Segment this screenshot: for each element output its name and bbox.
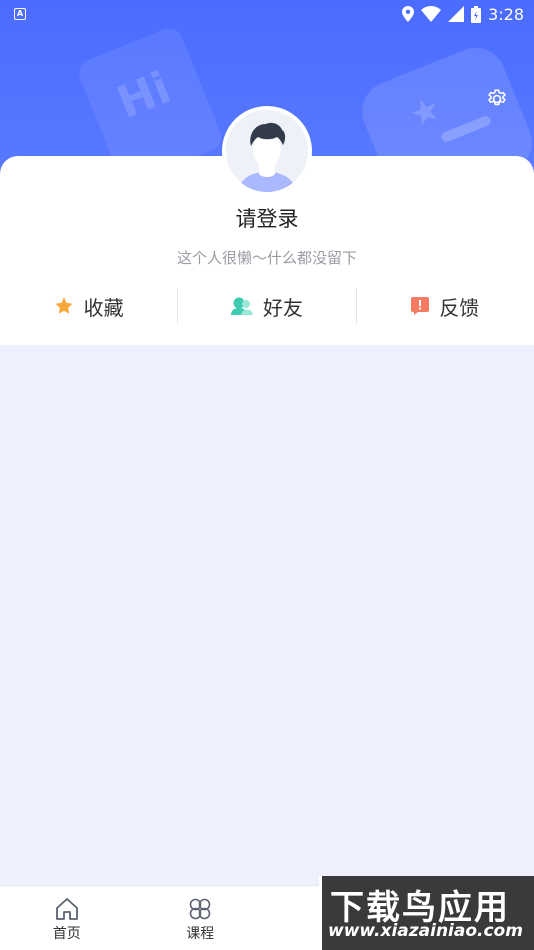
settings-gear-icon[interactable] (485, 87, 509, 111)
friends-button[interactable]: 好友 (178, 288, 355, 324)
signal-icon (448, 6, 465, 22)
feedback-button[interactable]: 反馈 (357, 288, 534, 324)
battery-icon (471, 5, 482, 23)
course-icon (189, 898, 211, 920)
status-bar: A 3:28 (0, 0, 534, 28)
bio-text: 这个人很懒～什么都没留下 (176, 249, 357, 267)
action-row: 收藏 好友 反馈 (0, 288, 534, 324)
login-prompt[interactable]: 请登录 (0, 203, 534, 233)
home-icon (55, 898, 78, 920)
wifi-icon (421, 6, 442, 22)
favorites-label: 收藏 (83, 295, 124, 320)
tab-home-label: 首页 (52, 926, 81, 942)
tab-course-label: 课程 (186, 926, 215, 942)
feedback-icon (411, 297, 430, 315)
feedback-label: 反馈 (439, 295, 480, 320)
friends-icon (230, 297, 253, 315)
star-icon (55, 297, 73, 314)
default-avatar-illustration (238, 122, 296, 192)
location-icon (402, 6, 415, 22)
friends-label: 好友 (262, 295, 303, 320)
watermark-url: www.xiazainiao.com (328, 921, 523, 941)
status-time: 3:28 (488, 4, 524, 24)
tab-course[interactable]: 课程 (134, 886, 268, 950)
tab-home[interactable]: 首页 (0, 886, 134, 950)
avatar[interactable] (222, 106, 312, 196)
favorites-button[interactable]: 收藏 (0, 288, 177, 324)
notification-icon: A (14, 8, 26, 20)
watermark-logo: 下载鸟应用 www.xiazainiao.com (319, 876, 534, 950)
